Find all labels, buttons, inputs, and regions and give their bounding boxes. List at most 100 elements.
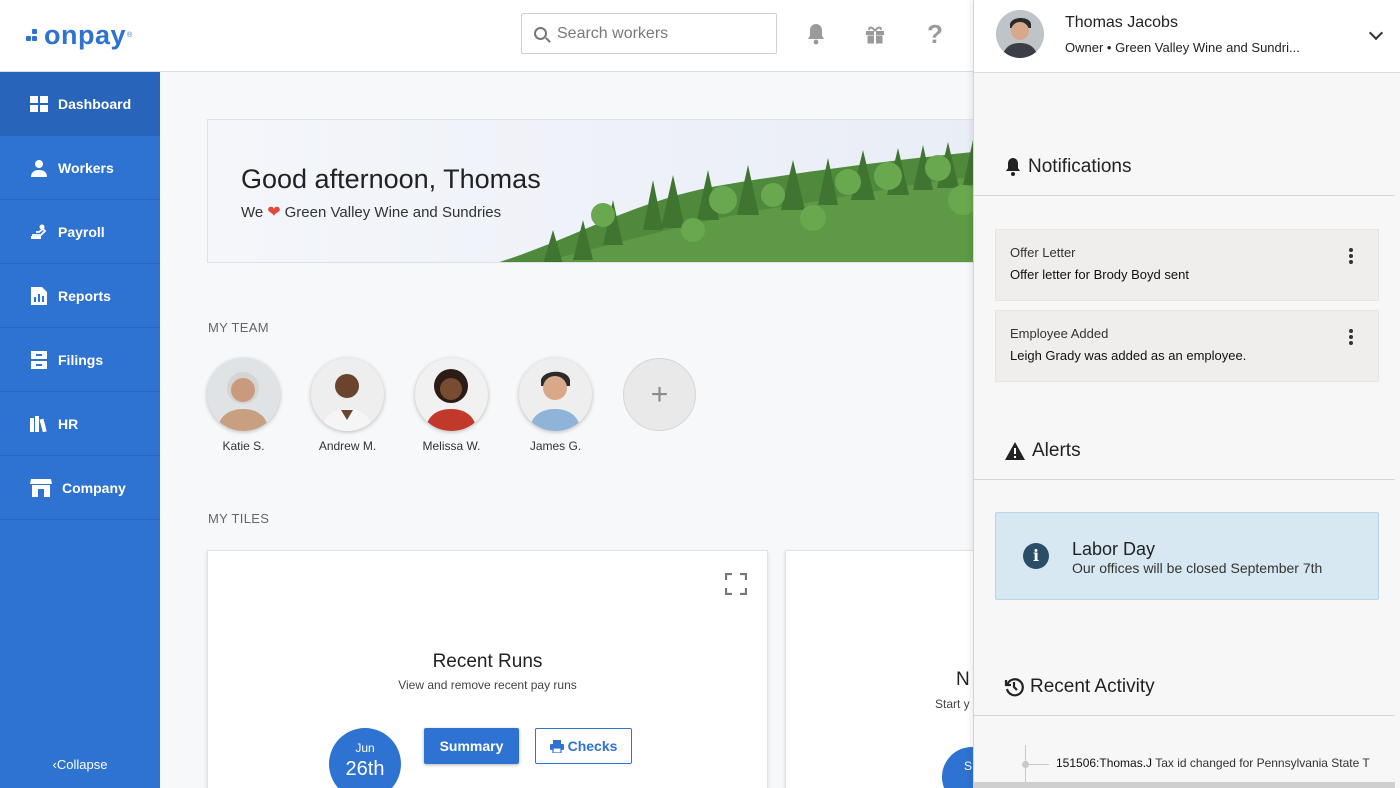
info-icon: i: [1023, 543, 1049, 569]
printer-icon: [549, 739, 564, 753]
add-member: +: [623, 358, 727, 453]
pay-date-month: Jun: [355, 741, 375, 755]
bell-icon[interactable]: [802, 19, 830, 49]
history-icon: [1004, 677, 1024, 697]
search-box[interactable]: [521, 13, 777, 54]
sidebar: Dashboard Workers Payroll Reports Filing…: [0, 72, 160, 788]
recent-runs-tile: Recent Runs View and remove recent pay r…: [207, 550, 768, 788]
add-team-member-button[interactable]: +: [623, 358, 696, 431]
warning-icon: [1004, 441, 1026, 461]
user-role: Owner • Green Valley Wine and Sundri...: [1065, 40, 1300, 55]
user-name: Thomas Jacobs: [1065, 14, 1178, 31]
checks-label: Checks: [567, 738, 618, 754]
team-list: Katie S. Andrew M. Melissa W. James G. +: [207, 358, 727, 453]
chevron-down-icon: [1368, 25, 1384, 41]
divider: [974, 195, 1395, 196]
notification-text: Leigh Grady was added as an employee.: [1010, 348, 1247, 363]
logo-dots-icon: [26, 28, 42, 43]
my-team-title: MY TEAM: [208, 320, 269, 335]
team-member[interactable]: Melissa W.: [415, 358, 519, 453]
timeline-tick: [1029, 764, 1049, 765]
pay-date-day: 26th: [345, 758, 385, 780]
bell-icon: [1004, 157, 1022, 177]
pay-date-badge[interactable]: Jun 26th: [329, 728, 401, 788]
team-member-name: Andrew M.: [318, 439, 377, 453]
team-member-name: James G.: [529, 439, 582, 453]
user-avatar: [996, 10, 1044, 58]
notification-title: Offer Letter: [1010, 245, 1076, 260]
sidebar-item-label: HR: [58, 415, 79, 432]
avatar: [415, 358, 488, 431]
collapse-label: Collapse: [56, 757, 108, 772]
onpay-logo[interactable]: onpay ®: [26, 20, 133, 51]
filings-icon: [30, 350, 48, 369]
alerts-heading: Alerts: [1004, 440, 1081, 462]
notifications-title: Notifications: [1028, 156, 1132, 177]
expand-icon[interactable]: [724, 572, 748, 596]
dashboard-icon: [30, 95, 48, 113]
plus-icon: +: [650, 377, 669, 411]
activity-description: Tax id changed for Pennsylvania State T: [1155, 756, 1370, 770]
logo-text: onpay: [44, 20, 127, 50]
team-member[interactable]: James G.: [519, 358, 623, 453]
recent-activity-heading: Recent Activity: [1004, 676, 1155, 698]
activity-user: 151506:Thomas.J: [1056, 756, 1153, 770]
recent-activity-title: Recent Activity: [1030, 676, 1155, 697]
checks-button[interactable]: Checks: [535, 728, 632, 764]
reports-icon: [30, 286, 48, 305]
company-icon: [30, 478, 52, 497]
user-menu[interactable]: Thomas Jacobs Owner • Green Valley Wine …: [974, 0, 1400, 73]
workers-icon: [30, 159, 48, 177]
main-content: Good afternoon, Thomas We ❤ Green Valley…: [160, 72, 973, 788]
timeline-dot: [1022, 761, 1029, 768]
gift-icon[interactable]: [861, 19, 889, 49]
collapse-button[interactable]: ‹Collapse: [0, 757, 160, 772]
sidebar-item-payroll[interactable]: Payroll: [0, 200, 160, 264]
my-tiles-title: MY TILES: [208, 511, 270, 526]
sidebar-item-workers[interactable]: Workers: [0, 136, 160, 200]
second-tile: N Start y S: [785, 550, 973, 788]
sidebar-item-reports[interactable]: Reports: [0, 264, 160, 328]
more-options-icon[interactable]: [1348, 248, 1354, 266]
search-input[interactable]: [557, 24, 757, 43]
help-icon[interactable]: ?: [921, 19, 949, 49]
greeting-prefix: We: [241, 203, 264, 221]
sidebar-item-label: Company: [62, 479, 126, 496]
sidebar-item-filings[interactable]: Filings: [0, 328, 160, 392]
notification-panel: Thomas Jacobs Owner • Green Valley Wine …: [973, 0, 1400, 788]
alert-text: Our offices will be closed September 7th: [1072, 560, 1323, 576]
sidebar-item-label: Reports: [58, 287, 111, 304]
tile-title: N: [956, 669, 970, 690]
alert-item[interactable]: i Labor Day Our offices will be closed S…: [995, 512, 1379, 600]
hr-icon: [30, 415, 48, 433]
welcome-banner: Good afternoon, Thomas We ❤ Green Valley…: [207, 119, 973, 263]
sidebar-item-label: Dashboard: [58, 95, 132, 112]
greeting-subtitle: We ❤ Green Valley Wine and Sundries: [241, 202, 501, 222]
avatar: [311, 358, 384, 431]
team-member-name: Katie S.: [222, 439, 265, 453]
sidebar-item-label: Payroll: [58, 223, 105, 240]
search-icon: [534, 27, 547, 40]
sidebar-item-dashboard[interactable]: Dashboard: [0, 72, 160, 136]
sidebar-item-company[interactable]: Company: [0, 456, 160, 520]
team-member[interactable]: Katie S.: [207, 358, 311, 453]
notification-item[interactable]: Employee Added Leigh Grady was added as …: [995, 310, 1379, 382]
notifications-heading: Notifications: [1004, 156, 1132, 178]
company-name: Green Valley Wine and Sundries: [284, 203, 502, 221]
team-member-name: Melissa W.: [422, 439, 481, 453]
summary-button[interactable]: Summary: [424, 728, 519, 764]
notification-item[interactable]: Offer Letter Offer letter for Brody Boyd…: [995, 229, 1379, 301]
divider: [974, 715, 1395, 716]
alerts-title: Alerts: [1032, 440, 1081, 461]
team-member[interactable]: Andrew M.: [311, 358, 415, 453]
divider: [974, 479, 1395, 480]
horizontal-scrollbar[interactable]: [974, 782, 1395, 788]
tile-subtitle: View and remove recent pay runs: [398, 678, 577, 692]
sidebar-item-hr[interactable]: HR: [0, 392, 160, 456]
sidebar-item-label: Filings: [58, 351, 104, 368]
date-badge[interactable]: S: [942, 747, 973, 788]
more-options-icon[interactable]: [1348, 329, 1354, 347]
tile-title: Recent Runs: [432, 651, 543, 672]
notification-text: Offer letter for Brody Boyd sent: [1010, 267, 1189, 282]
heart-icon: ❤: [267, 204, 281, 221]
